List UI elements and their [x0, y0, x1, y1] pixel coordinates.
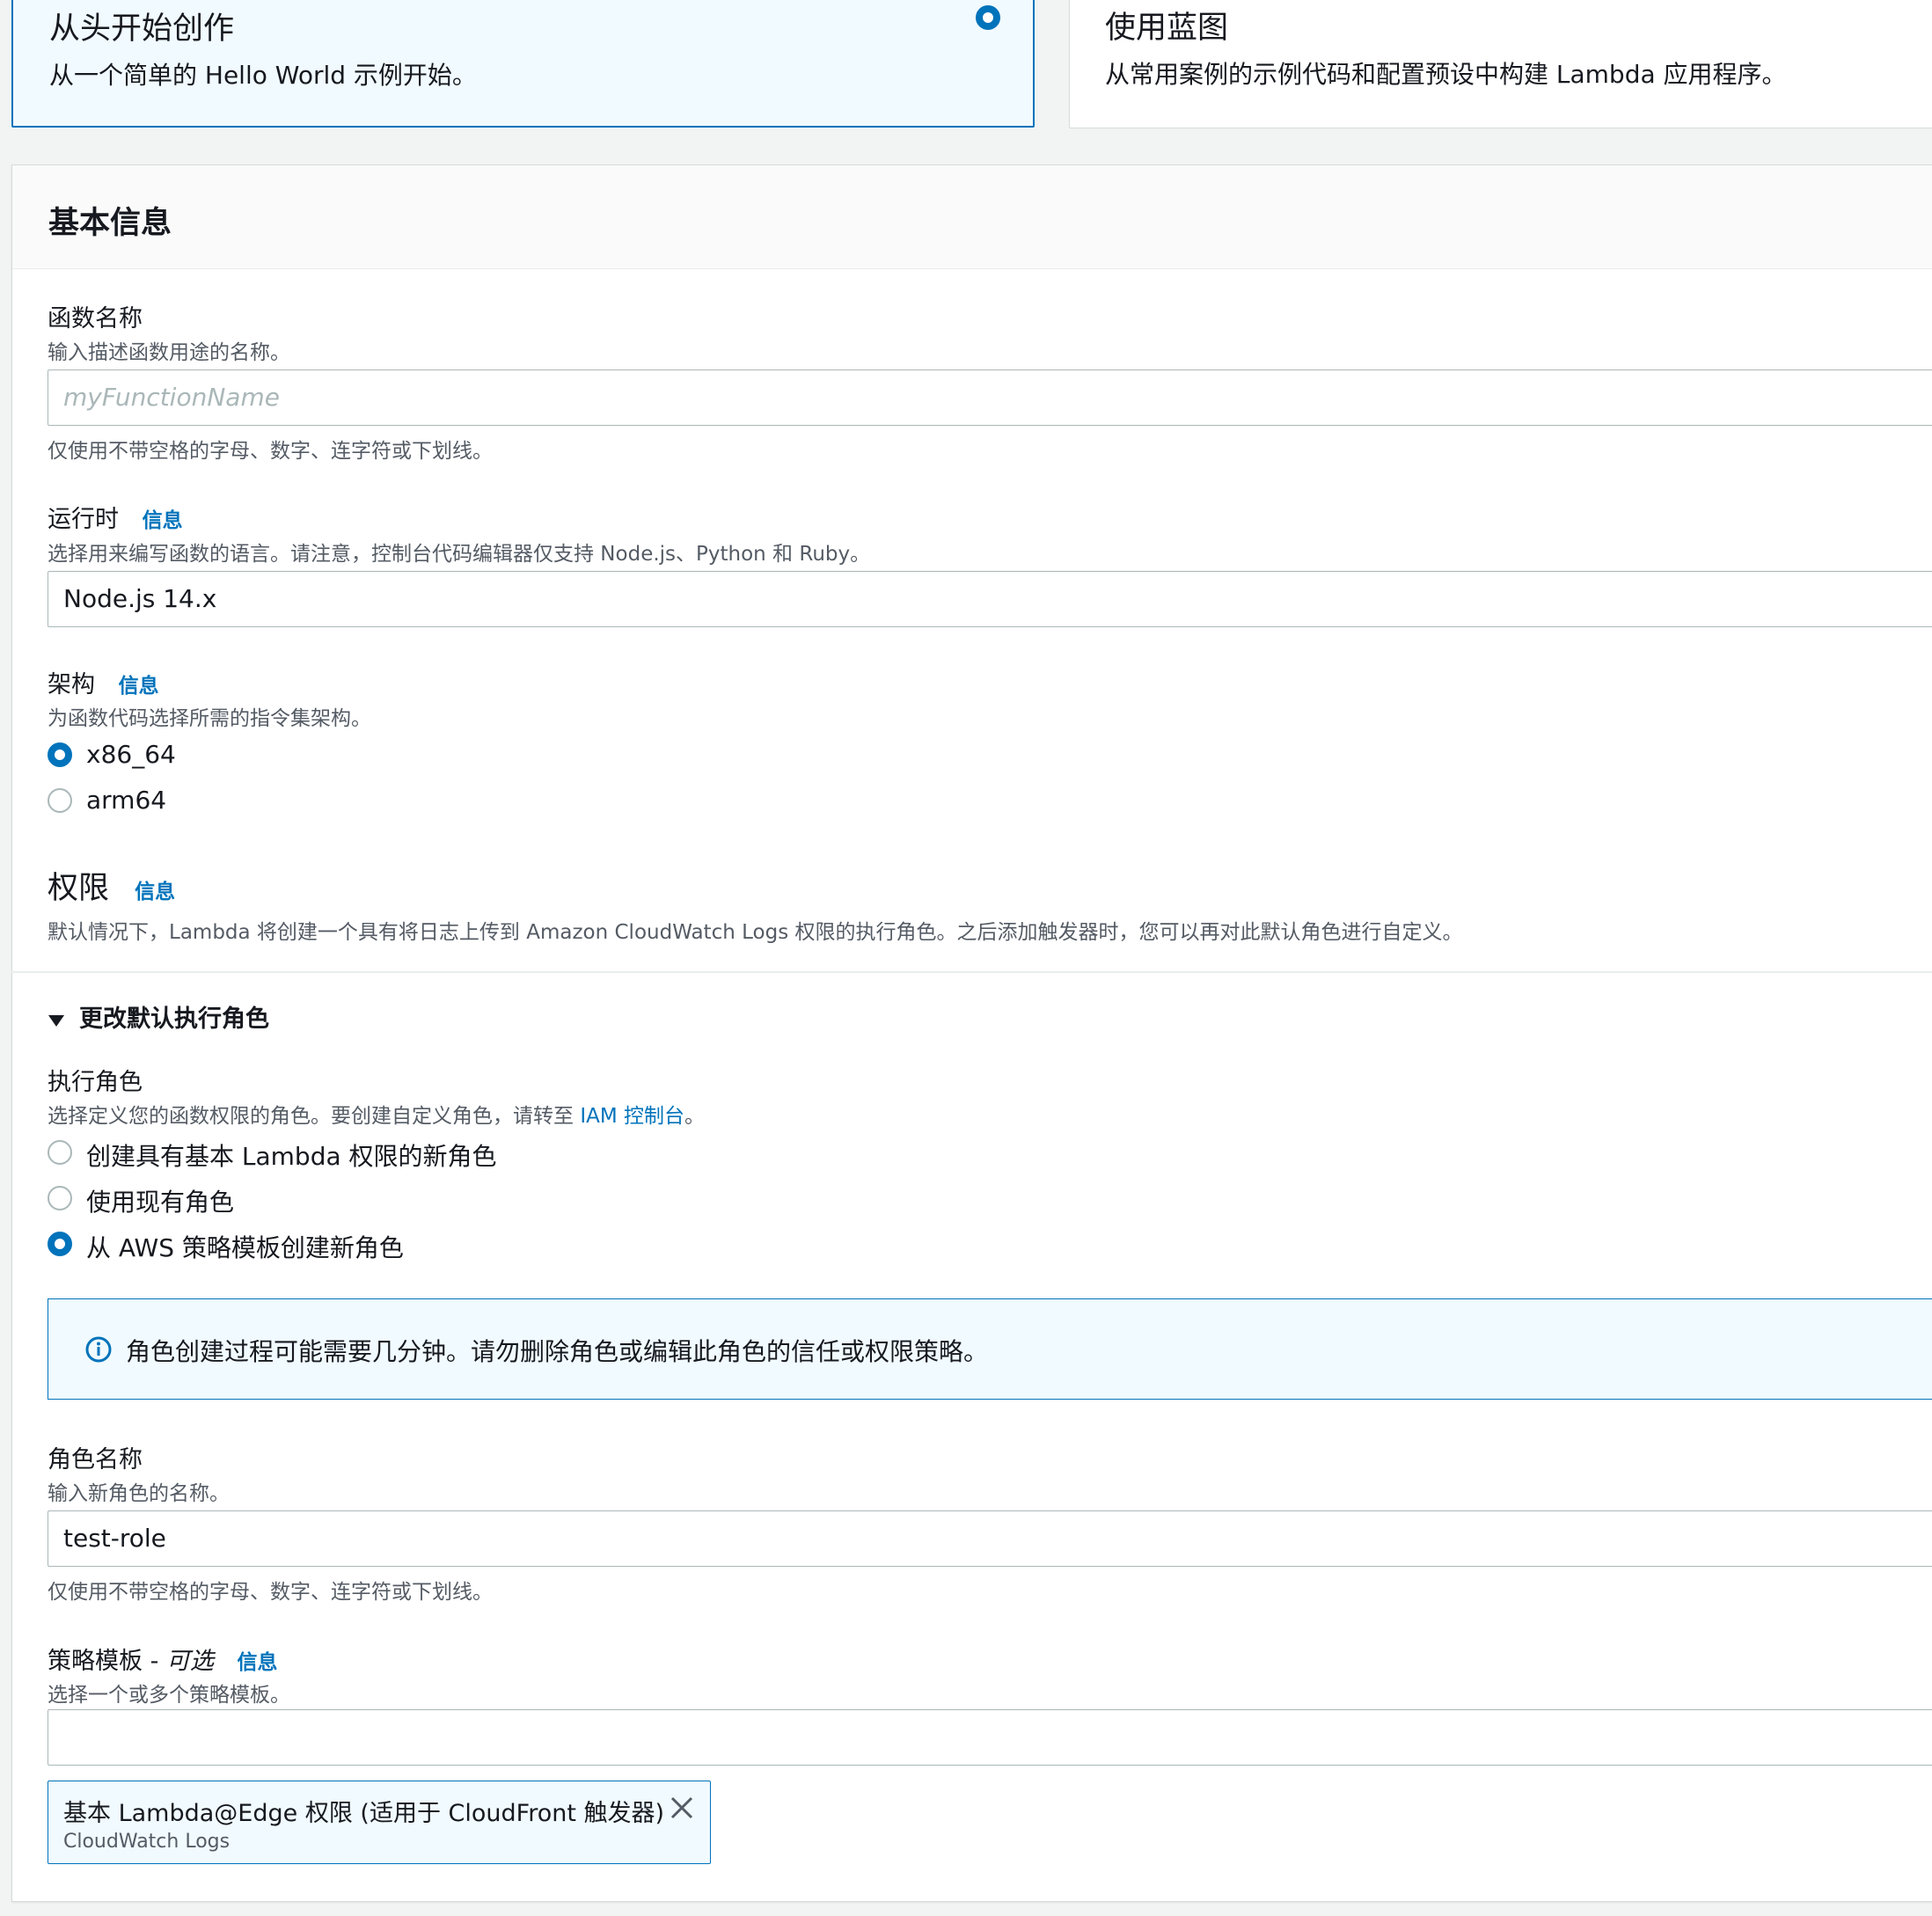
- permissions-heading-row: 权限 信息: [48, 863, 175, 908]
- role-name-hint: 仅使用不带空格的字母、数字、连字符或下划线。: [48, 1581, 493, 1604]
- policy-token: 基本 Lambda@Edge 权限 (适用于 CloudFront 触发器) C…: [48, 1781, 711, 1864]
- policy-label: 策略模板 -: [48, 1648, 166, 1675]
- runtime-select[interactable]: Node.js 14.x: [48, 571, 1932, 627]
- policy-label-row: 策略模板 - 可选 信息: [48, 1642, 278, 1676]
- function-name-desc: 输入描述函数用途的名称。: [48, 341, 290, 364]
- policy-optional: 可选: [165, 1648, 214, 1675]
- policy-template-input[interactable]: [48, 1709, 1932, 1766]
- info-circle-icon: [85, 1336, 112, 1363]
- arch-label-row: 架构 信息: [48, 665, 159, 699]
- permissions-divider: [11, 971, 1932, 973]
- runtime-info-link[interactable]: 信息: [143, 509, 183, 532]
- role-option-basic[interactable]: 创建具有基本 Lambda 权限的新角色: [86, 1137, 497, 1173]
- role-radio-existing[interactable]: [48, 1186, 72, 1210]
- arch-option-x86[interactable]: x86_64: [86, 740, 176, 769]
- arch-radio-arm64[interactable]: [48, 788, 72, 813]
- role-name-input[interactable]: test-role: [48, 1510, 1932, 1567]
- policy-token-subtitle: CloudWatch Logs: [63, 1831, 231, 1853]
- role-name-label: 角色名称: [48, 1446, 143, 1474]
- caret-down-icon: [48, 1014, 64, 1027]
- role-option-existing[interactable]: 使用现有角色: [86, 1183, 234, 1218]
- exec-role-desc-text: 选择定义您的函数权限的角色。要创建自定义角色，请转至: [48, 1105, 581, 1128]
- policy-info-link[interactable]: 信息: [238, 1651, 278, 1674]
- option-radio-scratch[interactable]: [976, 5, 1000, 30]
- exec-role-desc: 选择定义您的函数权限的角色。要创建自定义角色，请转至 IAM 控制台。: [48, 1099, 705, 1129]
- role-radio-basic[interactable]: [48, 1140, 72, 1165]
- runtime-label: 运行时: [48, 506, 119, 533]
- role-radio-template[interactable]: [48, 1232, 72, 1256]
- option-card-author-from-scratch[interactable]: 从头开始创作 从一个简单的 Hello World 示例开始。: [11, 0, 1035, 128]
- option-desc-blueprint: 从常用案例的示例代码和配置预设中构建 Lambda 应用程序。: [1105, 60, 1787, 89]
- arch-info-link[interactable]: 信息: [119, 675, 159, 698]
- permissions-title: 权限: [48, 871, 110, 906]
- option-card-use-blueprint[interactable]: 使用蓝图 从常用案例的示例代码和配置预设中构建 Lambda 应用程序。: [1069, 0, 1932, 128]
- role-info-alert-text: 角色创建过程可能需要几分钟。请勿删除角色或编辑此角色的信任或权限策略。: [126, 1337, 989, 1366]
- permissions-desc: 默认情况下，Lambda 将创建一个具有将日志上传到 Amazon CloudW…: [48, 921, 1463, 944]
- panel-header: 基本信息: [12, 165, 1932, 269]
- iam-console-link[interactable]: IAM 控制台: [580, 1105, 684, 1128]
- policy-token-title: 基本 Lambda@Edge 权限 (适用于 CloudFront 触发器): [63, 1800, 665, 1827]
- role-name-value: test-role: [63, 1524, 166, 1553]
- exec-role-desc-suffix: 。: [684, 1105, 705, 1128]
- runtime-selected-value: Node.js 14.x: [63, 584, 217, 613]
- arch-option-arm64[interactable]: arm64: [86, 786, 166, 815]
- function-name-hint: 仅使用不带空格的字母、数字、连字符或下划线。: [48, 440, 493, 463]
- function-name-input[interactable]: myFunctionName: [48, 369, 1932, 426]
- role-info-alert: 角色创建过程可能需要几分钟。请勿删除角色或编辑此角色的信任或权限策略。: [48, 1298, 1932, 1400]
- panel-title: 基本信息: [48, 206, 172, 241]
- policy-desc: 选择一个或多个策略模板。: [48, 1684, 290, 1707]
- change-role-toggle-label: 更改默认执行角色: [79, 1006, 269, 1033]
- role-name-desc: 输入新角色的名称。: [48, 1482, 230, 1505]
- change-role-toggle[interactable]: 更改默认执行角色: [48, 999, 269, 1034]
- runtime-desc: 选择用来编写函数的语言。请注意，控制台代码编辑器仅支持 Node.js、Pyth…: [48, 543, 871, 566]
- option-title-blueprint: 使用蓝图: [1105, 11, 1229, 46]
- arch-label: 架构: [48, 671, 95, 698]
- arch-desc: 为函数代码选择所需的指令集架构。: [48, 707, 371, 730]
- option-title-scratch: 从头开始创作: [49, 11, 235, 47]
- function-name-label: 函数名称: [48, 305, 143, 333]
- arch-radio-x86[interactable]: [48, 742, 72, 767]
- close-icon[interactable]: [670, 1795, 694, 1820]
- option-desc-scratch: 从一个简单的 Hello World 示例开始。: [49, 61, 477, 90]
- exec-role-label: 执行角色: [48, 1069, 143, 1096]
- role-option-template[interactable]: 从 AWS 策略模板创建新角色: [86, 1229, 404, 1264]
- permissions-info-link[interactable]: 信息: [135, 881, 175, 903]
- function-name-placeholder: myFunctionName: [63, 383, 280, 412]
- runtime-label-row: 运行时 信息: [48, 500, 183, 534]
